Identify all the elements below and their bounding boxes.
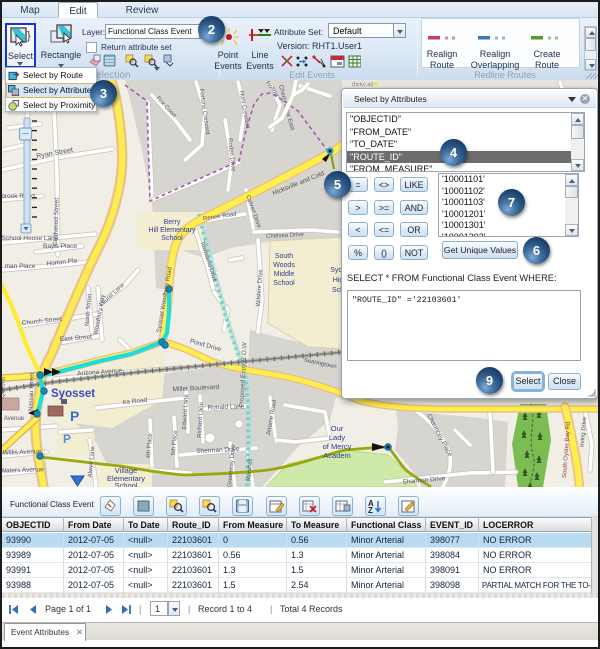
svg-text:of Mercy: of Mercy [323,442,352,451]
svg-text:Middle: Middle [274,271,295,278]
svg-text:Z: Z [368,506,373,515]
svg-text:Lady: Lady [329,433,346,442]
svg-text:South: South [275,253,293,260]
svg-text:Our: Our [331,424,344,433]
svg-text:Willis Avenue: Willis Avenue [3,448,42,456]
svg-text:P: P [70,408,79,424]
svg-text:Berry: Berry [164,219,181,226]
svg-text:Syosset: Syosset [51,388,95,400]
svg-text:Avenue: Avenue [4,416,25,422]
svg-text:School House Lane: School House Lane [2,235,59,242]
svg-text:Academ: Academ [323,451,351,460]
svg-text:Queens: Queens [2,377,7,398]
svg-text:}: } [27,30,31,42]
svg-text:P: P [63,432,71,446]
svg-text:Hill Elementary: Hill Elementary [148,227,196,234]
svg-text:Bayls Place: Bayls Place [43,243,77,250]
svg-text:Woods: Woods [273,262,295,269]
svg-text:School: School [273,280,295,287]
svg-text:man Place: man Place [5,263,36,270]
svg-text:School: School [161,235,183,242]
